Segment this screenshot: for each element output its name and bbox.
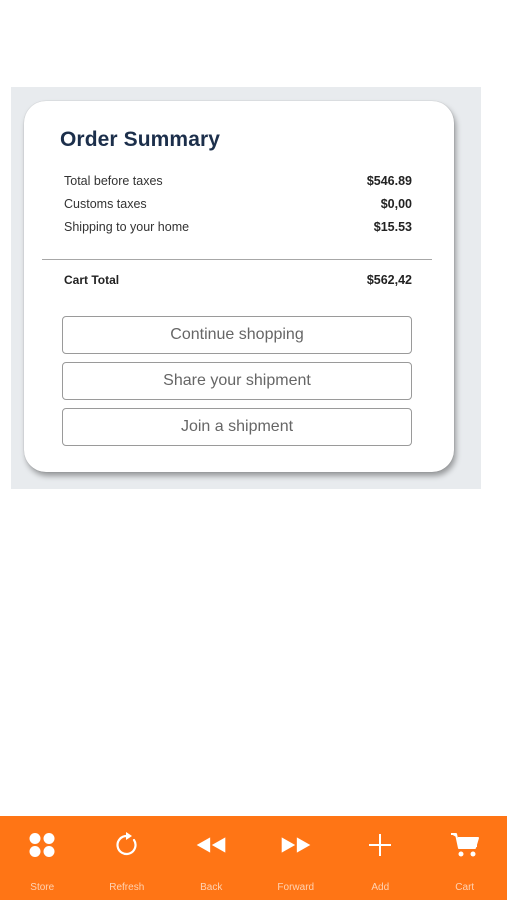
nav-item-cart[interactable]: Cart xyxy=(423,816,507,900)
plus-icon xyxy=(364,830,396,860)
nav-item-store[interactable]: Store xyxy=(0,816,85,900)
cart-total-row: Cart Total $562,42 xyxy=(64,273,412,287)
grid-icon xyxy=(26,830,58,860)
nav-label: Store xyxy=(30,882,55,893)
nav-item-back[interactable]: Back xyxy=(169,816,254,900)
nav-label: Forward xyxy=(277,882,315,893)
rewind-icon xyxy=(195,830,227,860)
summary-row-value: $546.89 xyxy=(366,174,412,188)
cart-total-label: Cart Total xyxy=(64,273,120,287)
refresh-icon xyxy=(111,830,143,860)
share-shipment-button[interactable]: Share your shipment xyxy=(62,362,412,400)
continue-shopping-button[interactable]: Continue shopping xyxy=(62,316,412,354)
summary-row-label: Total before taxes xyxy=(64,174,163,188)
summary-divider xyxy=(42,259,432,260)
nav-item-add[interactable]: Add xyxy=(338,816,423,900)
join-shipment-button[interactable]: Join a shipment xyxy=(62,408,412,446)
nav-item-forward[interactable]: Forward xyxy=(254,816,339,900)
order-summary-title: Order Summary xyxy=(60,128,221,151)
summary-row-value: $0,00 xyxy=(380,197,412,211)
summary-row-value: $15.53 xyxy=(373,220,412,234)
cart-icon xyxy=(449,830,481,860)
summary-row-shipping: Shipping to your home $15.53 xyxy=(64,220,412,234)
summary-row-subtotal: Total before taxes $546.89 xyxy=(64,174,412,188)
nav-label: Add xyxy=(371,882,390,893)
bottom-navigation: Store Refresh Back Forward Add Cart xyxy=(0,816,507,900)
nav-label: Refresh xyxy=(109,882,145,893)
order-summary-card: Order Summary Total before taxes $546.89… xyxy=(24,101,454,472)
fast-forward-icon xyxy=(280,830,312,860)
nav-label: Cart xyxy=(455,882,475,893)
summary-row-label: Shipping to your home xyxy=(64,220,190,234)
summary-row-customs: Customs taxes $0,00 xyxy=(64,197,412,211)
cart-total-value: $562,42 xyxy=(366,273,412,287)
nav-item-refresh[interactable]: Refresh xyxy=(85,816,170,900)
nav-label: Back xyxy=(200,882,223,893)
summary-row-label: Customs taxes xyxy=(64,197,147,211)
